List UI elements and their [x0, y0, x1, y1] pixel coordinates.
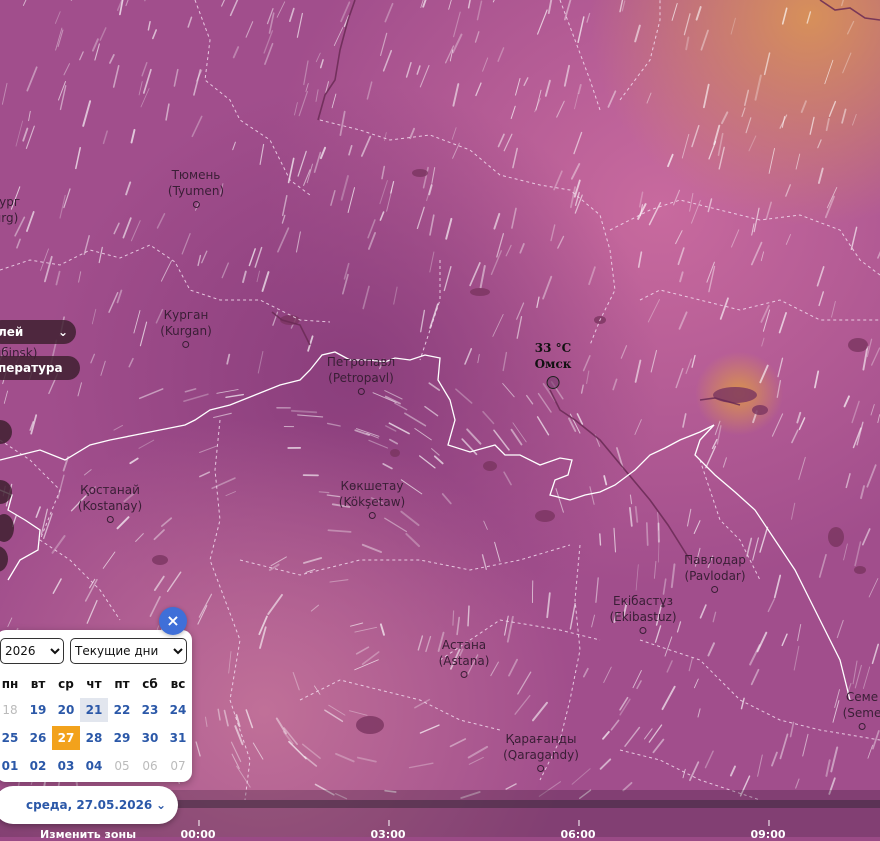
city-name: Көкшетау [341, 479, 404, 493]
timeline-tick: 00:00 [180, 828, 215, 841]
city-astana[interactable]: Астана (Astana) [439, 637, 490, 678]
city-name: Астана [442, 638, 486, 652]
wind-streak [319, 492, 329, 493]
calendar-day[interactable]: 02 [24, 754, 52, 778]
city-latin-name: (Kökşetaw) [339, 495, 405, 509]
city-latin-name: urg) [0, 211, 18, 225]
city-name: бург [0, 195, 20, 209]
calendar-day[interactable]: 22 [108, 698, 136, 722]
calendar-day[interactable]: 18 [0, 698, 24, 722]
city-latin-name: (Kurgan) [160, 324, 212, 338]
city-petropavl[interactable]: Петропавл (Petropavl) [327, 354, 395, 395]
calendar-day[interactable]: 06 [136, 754, 164, 778]
city-kurgan[interactable]: Курган (Kurgan) [160, 307, 212, 348]
calendar-day[interactable]: 27 [52, 726, 80, 750]
calendar-day[interactable]: 30 [136, 726, 164, 750]
calendar-day[interactable]: 24 [164, 698, 192, 722]
city-name: Тюмень [172, 168, 221, 182]
weekday-header: сб [136, 672, 164, 696]
wind-streak [453, 611, 454, 625]
city-latin-name: (Kostanay) [78, 499, 142, 513]
calendar-day[interactable]: 25 [0, 726, 24, 750]
city-latin-name: (Qaragandy) [503, 748, 579, 762]
calendar-day[interactable]: 19 [24, 698, 52, 722]
timeline-tick: 09:00 [750, 828, 785, 841]
wind-streak [600, 534, 601, 545]
city-latin-name: (Petropavl) [328, 371, 394, 385]
city-name: Курган [164, 308, 209, 322]
wind-streak [658, 540, 659, 562]
city-semey[interactable]: Семе (Seme [843, 689, 880, 730]
city-kostanay[interactable]: Қостанай (Kostanay) [78, 482, 142, 523]
selected-temperature: 33 °C [535, 341, 571, 355]
calendar-day[interactable]: 01 [0, 754, 24, 778]
city-tyumen[interactable]: Тюмень (Tyumen) [168, 167, 224, 208]
location-marker-icon [546, 376, 559, 389]
weekday-header: пт [108, 672, 136, 696]
wind-streak [468, 606, 469, 626]
calendar-day[interactable]: 05 [108, 754, 136, 778]
selected-city-name: Омск [535, 357, 572, 371]
city-dot [640, 627, 647, 634]
timeline-tick: 06:00 [560, 828, 595, 841]
city-dot [538, 765, 545, 772]
city-latin-name: (Pavlodar) [684, 569, 745, 583]
city-dot [106, 516, 113, 523]
year-select[interactable]: 2026 [0, 638, 64, 664]
city-ekibastuz[interactable]: Екібастұз (Ekibastuz) [609, 593, 676, 634]
calendar-day[interactable]: 29 [108, 726, 136, 750]
chevron-down-icon: ⌄ [156, 786, 166, 824]
city-latin-name: (Ekibastuz) [609, 610, 676, 624]
city-pavlodar[interactable]: Павлодар (Pavlodar) [684, 552, 746, 593]
calendar-day[interactable]: 07 [164, 754, 192, 778]
city-karaganda[interactable]: Қарағанды (Qaragandy) [503, 731, 579, 772]
timeline-tick: 03:00 [370, 828, 405, 841]
calendar-day[interactable]: 21 [80, 698, 108, 722]
city-dot [357, 388, 364, 395]
city-name: Семе [846, 690, 878, 704]
city-name: Қарағанды [506, 732, 577, 746]
layer-dropdown[interactable]: лей ⌄ [0, 320, 76, 344]
city-name: Петропавл [327, 355, 395, 369]
calendar-day[interactable]: 28 [80, 726, 108, 750]
calendar-day[interactable]: 23 [136, 698, 164, 722]
city-dot [858, 723, 865, 730]
city-latin-name: (Astana) [439, 654, 490, 668]
city-dot [461, 671, 468, 678]
weekday-header: вс [164, 672, 192, 696]
range-select[interactable]: Текущие дни [70, 638, 187, 664]
close-button[interactable]: × [159, 607, 187, 635]
city-name: Павлодар [684, 553, 746, 567]
weekday-header: чт [80, 672, 108, 696]
city-name: Екібастұз [613, 594, 673, 608]
temperature-layer-button[interactable]: пература [0, 356, 80, 380]
city-yekaterinburg[interactable]: бург urg) [0, 194, 20, 226]
city-dot [182, 341, 189, 348]
city-latin-name: (Tyumen) [168, 184, 224, 198]
calendar-day[interactable]: 04 [80, 754, 108, 778]
layer-label: лей [0, 325, 23, 339]
chevron-down-icon: ⌄ [58, 320, 68, 344]
calendar-day[interactable]: 26 [24, 726, 52, 750]
selected-location-omsk[interactable]: 33 °C Омск [535, 340, 572, 389]
calendar-popup: 2026 Текущие дни пнвтсрчтптсбвс181920212… [0, 630, 192, 782]
city-latin-name: (Seme [843, 706, 880, 720]
city-dot [711, 586, 718, 593]
timezone-link[interactable]: Изменить зоны [40, 828, 136, 841]
weekday-header: пн [0, 672, 24, 696]
calendar-day[interactable]: 20 [52, 698, 80, 722]
city-dot [193, 201, 200, 208]
date-selector[interactable]: среда, 27.05.2026 ⌄ [0, 786, 178, 824]
wind-streak [647, 523, 648, 545]
calendar-day[interactable]: 03 [52, 754, 80, 778]
calendar-day[interactable]: 31 [164, 726, 192, 750]
city-dot [369, 512, 376, 519]
city-name: Қостанай [80, 483, 140, 497]
weekday-header: ср [52, 672, 80, 696]
date-label: среда, 27.05.2026 [26, 786, 152, 824]
city-kokshetau[interactable]: Көкшетау (Kökşetaw) [339, 478, 405, 519]
weekday-header: вт [24, 672, 52, 696]
temperature-label: пература [0, 361, 63, 375]
